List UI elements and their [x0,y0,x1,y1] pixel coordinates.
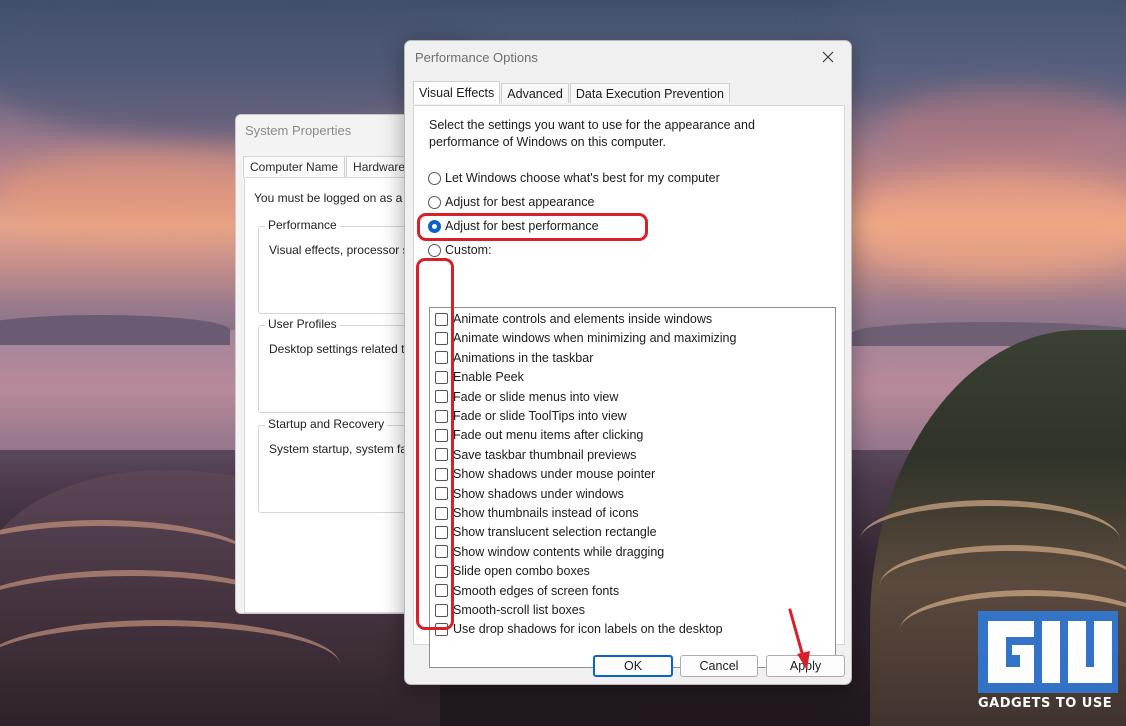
effect-label: Animate controls and elements inside win… [453,312,713,326]
effect-checkbox[interactable] [435,487,448,501]
effect-label: Save taskbar thumbnail previews [453,447,637,462]
radio-label: Custom: [445,243,492,257]
effect-checkbox[interactable] [435,525,448,539]
effect-label: Fade or slide menus into view [453,389,619,404]
ok-button[interactable]: OK [593,655,673,677]
radio-let-windows-choose[interactable]: Let Windows choose what's best for my co… [428,171,720,185]
effect-label: Smooth-scroll list boxes [453,603,585,617]
watermark-text: GADGETS TO USE [978,696,1113,711]
system-properties-intro: You must be logged on as a [254,191,403,205]
radio-best-performance[interactable]: Adjust for best performance [428,219,599,233]
effect-checkbox[interactable] [435,448,448,462]
tab-visual-effects[interactable]: Visual Effects [413,81,501,104]
effect-label: Smooth edges of screen fonts [453,583,620,598]
effect-checkbox[interactable] [435,545,448,559]
effect-label: Fade out menu items after clicking [453,428,644,443]
effect-label: Show shadows under windows [453,486,624,501]
effect-label: Animate windows when minimizing and maxi… [453,331,737,346]
system-properties-tabs: Computer Name Hardware [243,156,413,177]
radio-label: Adjust for best performance [445,219,599,233]
visual-effects-list[interactable]: Animate controls and elements inside win… [429,307,836,668]
effect-checkbox[interactable] [435,603,448,617]
effect-list-item[interactable]: Animate windows when minimizing and maxi… [435,331,736,345]
effect-checkbox[interactable] [435,351,448,365]
effect-list-item[interactable]: Save taskbar thumbnail previews [435,448,636,462]
startup-recovery-group-desc: System startup, system failu [269,442,420,456]
performance-options-dialog: Performance Options Visual Effects Advan… [404,40,852,685]
close-icon [822,51,834,63]
user-profiles-group-desc: Desktop settings related to [269,342,412,356]
effect-label: Use drop shadows for icon labels on the … [453,622,723,637]
effect-checkbox[interactable] [435,370,448,384]
effect-label: Slide open combo boxes [453,564,590,579]
effect-list-item[interactable]: Smooth edges of screen fonts [435,584,619,598]
dialog-title: Performance Options [415,50,538,65]
effect-list-item[interactable]: Show thumbnails instead of icons [435,506,639,520]
effect-checkbox[interactable] [435,506,448,520]
effect-label: Show shadows under mouse pointer [453,467,656,482]
effect-list-item[interactable]: Fade out menu items after clicking [435,428,643,442]
cancel-button[interactable]: Cancel [680,655,758,677]
radio-button[interactable] [428,195,441,209]
effect-label: Show window contents while dragging [453,544,665,559]
effect-list-item[interactable]: Show shadows under windows [435,487,624,501]
effect-checkbox[interactable] [435,467,448,481]
effect-checkbox[interactable] [435,564,448,578]
effect-list-item[interactable]: Show translucent selection rectangle [435,525,657,539]
effect-list-item[interactable]: Use drop shadows for icon labels on the … [435,622,723,636]
effect-list-item[interactable]: Fade or slide menus into view [435,390,618,404]
performance-group-label: Performance [265,218,340,232]
effect-label: Show thumbnails instead of icons [453,506,639,520]
startup-recovery-group-label: Startup and Recovery [265,417,388,431]
tab-hardware[interactable]: Hardware [346,156,413,177]
radio-button[interactable] [428,243,441,257]
effect-label: Show translucent selection rectangle [453,525,657,540]
radio-button-selected[interactable] [428,219,441,233]
radio-best-appearance[interactable]: Adjust for best appearance [428,195,594,209]
radio-label: Adjust for best appearance [445,195,595,209]
dialog-tabs: Visual Effects Advanced Data Execution P… [413,81,731,104]
visual-effects-intro: Select the settings you want to use for … [429,118,755,149]
effect-checkbox[interactable] [435,390,448,404]
radio-button[interactable] [428,171,441,185]
effect-checkbox[interactable] [435,409,448,423]
effect-list-item[interactable]: Animations in the taskbar [435,351,593,365]
effect-label: Enable Peek [453,370,524,385]
effect-checkbox[interactable] [435,312,448,326]
effect-checkbox[interactable] [435,584,448,598]
effect-list-item[interactable]: Enable Peek [435,370,524,384]
effect-list-item[interactable]: Smooth-scroll list boxes [435,603,585,617]
tab-data-execution-prevention[interactable]: Data Execution Prevention [569,83,730,103]
user-profiles-group-label: User Profiles [265,317,340,331]
effect-list-item[interactable]: Fade or slide ToolTips into view [435,409,627,423]
effect-checkbox[interactable] [435,428,448,442]
annotation-arrow-icon [788,608,810,670]
effect-checkbox[interactable] [435,622,448,636]
effect-checkbox[interactable] [435,331,448,345]
radio-label: Let Windows choose what's best for my co… [445,171,720,185]
performance-group-desc: Visual effects, processor sc [269,243,415,257]
effect-list-item[interactable]: Show shadows under mouse pointer [435,467,655,481]
effect-list-item[interactable]: Slide open combo boxes [435,564,590,578]
effect-label: Animations in the taskbar [453,350,594,365]
radio-custom[interactable]: Custom: [428,243,492,257]
tab-computer-name[interactable]: Computer Name [243,156,346,177]
effect-list-item[interactable]: Animate controls and elements inside win… [435,312,712,326]
tab-advanced[interactable]: Advanced [501,83,569,103]
close-button[interactable] [811,43,845,71]
effect-list-item[interactable]: Show window contents while dragging [435,545,664,559]
visual-effects-panel: Select the settings you want to use for … [413,105,845,668]
effect-label: Fade or slide ToolTips into view [453,409,627,423]
